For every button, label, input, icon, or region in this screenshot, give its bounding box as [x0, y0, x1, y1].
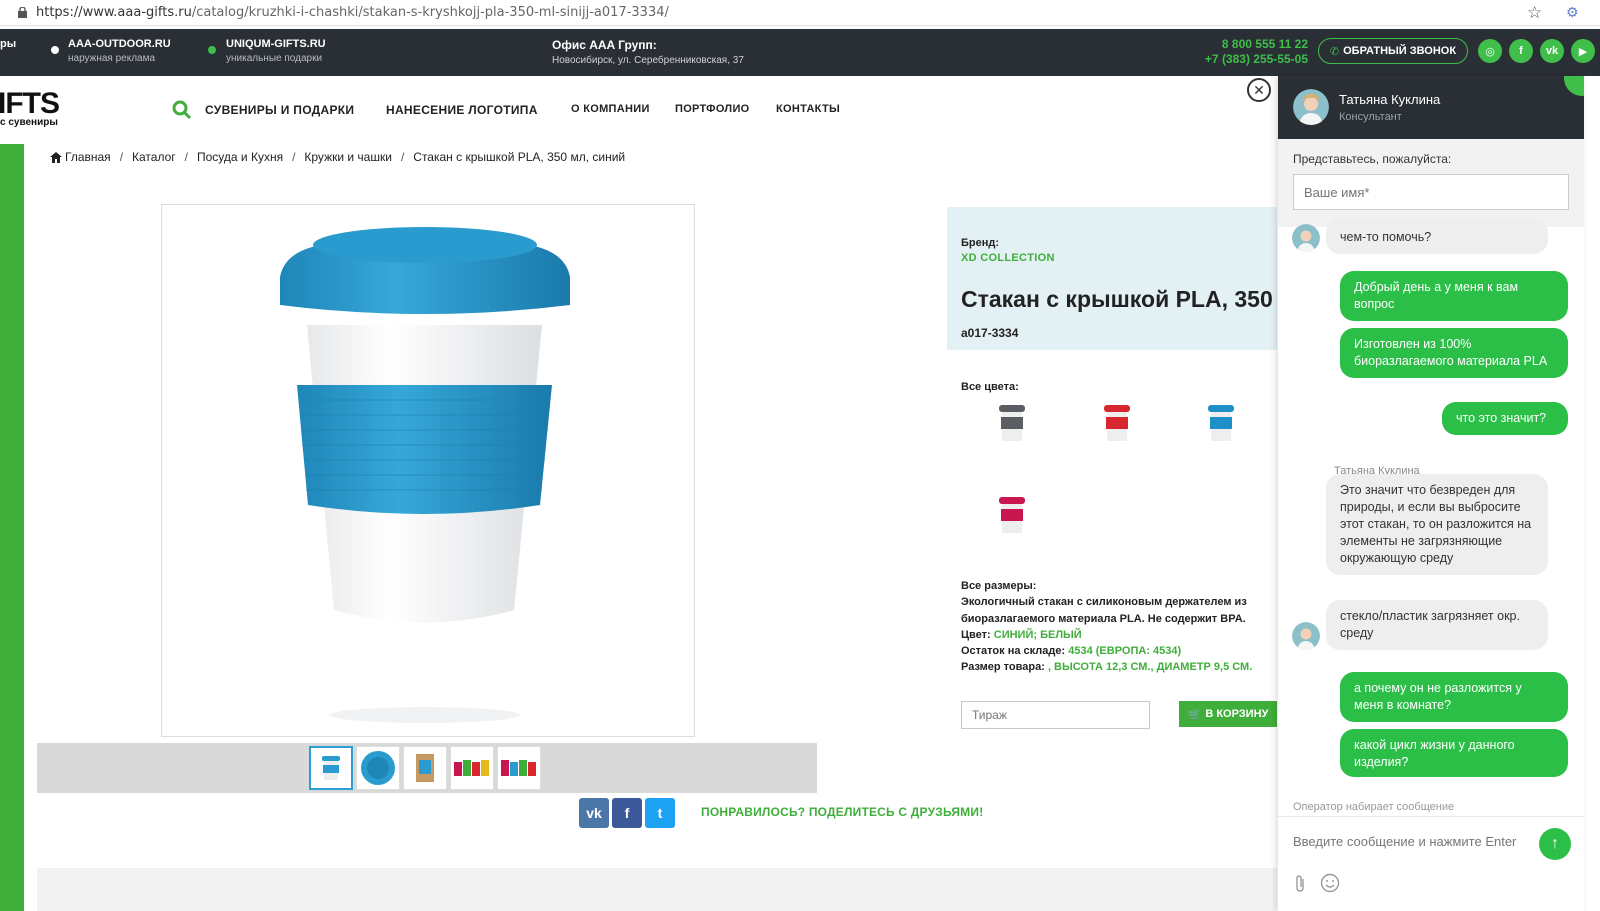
browser-address-bar[interactable]: https://www.aaa-gifts.ru/catalog/kruzhki… [0, 0, 1600, 26]
breadcrumb-catalog[interactable]: Каталог [132, 150, 176, 164]
top-info-bar: ры AAA-OUTDOOR.RU наружная реклама UNIQU… [0, 29, 1600, 76]
color-label: Цвет: [961, 628, 991, 641]
typing-indicator: Оператор набирает сообщение [1293, 801, 1455, 813]
operator-avatar-small [1292, 224, 1320, 252]
chat-message-out: какой цикл жизни у данного изделия? [1340, 729, 1568, 777]
breadcrumb: Главная / Каталог / Посуда и Кухня / Кру… [50, 150, 625, 164]
chat-widget: Татьяна Куклина Консультант Представьтес… [1278, 76, 1584, 911]
cart-icon: 🛒 [1187, 708, 1202, 721]
color-swatch-blue[interactable] [1194, 397, 1248, 461]
share-facebook-icon[interactable]: f [612, 798, 642, 828]
left-accent-stripe [0, 144, 24, 911]
share-twitter-icon[interactable]: t [645, 798, 675, 828]
operator-avatar [1293, 89, 1329, 125]
breadcrumb-home[interactable]: Главная [50, 150, 111, 164]
breadcrumb-kitchenware[interactable]: Посуда и Кухня [197, 150, 283, 164]
chat-message-in: Это значит что безвреден для природы, и … [1326, 474, 1548, 575]
nav-portfolio[interactable]: ПОРТФОЛИО [675, 103, 750, 115]
brand-link[interactable]: XD COLLECTION [961, 252, 1055, 264]
site-link-uniqum[interactable]: UNIQUM-GIFTS.RU уникальные подарки [226, 38, 326, 64]
emoji-icon[interactable] [1320, 873, 1340, 893]
description-line-1: Экологичный стакан с силиконовым держате… [961, 596, 1247, 609]
nav-souvenirs[interactable]: СУВЕНИРЫ И ПОДАРКИ [205, 103, 354, 117]
phone-numbers[interactable]: 8 800 555 11 22 +7 (383) 255-55-05 [1180, 37, 1308, 67]
breadcrumb-separator: / [292, 150, 296, 164]
extension-icon[interactable]: ⚙ [1566, 4, 1579, 21]
address-url[interactable]: https://www.aaa-gifts.ru/catalog/kruzhki… [36, 5, 669, 20]
size-value: , ВЫСОТА 12,3 СМ., ДИАМЕТР 9,5 СМ. [1047, 661, 1253, 674]
color-swatch-pink[interactable] [985, 489, 1039, 553]
office-info: Офис AAA Групп: Новосибирск, ул. Серебре… [552, 38, 744, 66]
bottom-section [37, 868, 1277, 911]
stock-label: Остаток на складе: [961, 645, 1066, 658]
product-title: Стакан с крышкой PLA, 350 мл, синий [961, 286, 1277, 312]
share-vk-icon[interactable]: vk [579, 798, 609, 828]
operator-role: Консультант [1339, 111, 1402, 123]
logo-tagline: с сувениры [0, 117, 58, 128]
brand-label: Бренд: [961, 237, 1000, 249]
chat-message-in: стекло/пластик загрязняет окр. среду [1326, 600, 1548, 650]
online-indicator [1564, 76, 1584, 96]
chat-header: Татьяна Куклина Консультант [1278, 76, 1584, 139]
uniqum-dot-icon [208, 46, 216, 54]
facebook-icon[interactable]: f [1509, 39, 1533, 63]
site-link-fragment[interactable]: ры [0, 38, 16, 50]
color-swatch-gray[interactable] [985, 397, 1039, 461]
send-button[interactable]: ↑ [1539, 828, 1571, 860]
chat-close-icon[interactable]: ✕ [1247, 78, 1271, 102]
outdoor-dot-icon [51, 46, 59, 54]
thumbnail-3[interactable] [403, 746, 447, 790]
stock-value: 4534 (ЕВРОПА: 4534) [1068, 645, 1182, 658]
nav-logo-printing[interactable]: НАНЕСЕНИЕ ЛОГОТИПА [386, 103, 538, 117]
thumbnail-5[interactable] [497, 746, 541, 790]
product-photo[interactable] [161, 204, 695, 737]
color-value: СИНИЙ; БЕЛЫЙ [993, 628, 1082, 641]
intro-form: Представьтесь, пожалуйста: [1278, 139, 1584, 227]
phone-icon: ✆ [1329, 45, 1340, 58]
share-prompt: ПОНРАВИЛОСЬ? ПОДЕЛИТЕСЬ С ДРУЗЬЯМИ! [701, 805, 984, 819]
bookmark-star-icon[interactable]: ☆ [1527, 3, 1542, 23]
breadcrumb-current: Стакан с крышкой PLA, 350 мл, синий [413, 150, 626, 164]
lock-icon [18, 7, 27, 18]
chat-message-out: Изготовлен из 100% биоразлагаемого матер… [1340, 328, 1568, 378]
thumbnail-4[interactable] [450, 746, 494, 790]
sizes-label: Все размеры: [961, 580, 1037, 592]
product-specs: Все размеры: Экологичный стакан с силико… [961, 578, 1277, 676]
operator-name: Татьяна Куклина [1339, 92, 1441, 107]
chat-message-in: чем-то помочь? [1326, 219, 1548, 254]
callback-button[interactable]: ✆ ОБРАТНЫЙ ЗВОНОК [1318, 38, 1468, 64]
instagram-icon[interactable]: ◎ [1478, 39, 1502, 63]
chat-message-out: Добрый день а у меня к вам вопрос [1340, 271, 1568, 321]
product-sku: a017-3334 [961, 326, 1019, 340]
vk-icon[interactable]: vk [1540, 39, 1564, 63]
chat-input-area: Введите сообщение и нажмите Enter ↑ [1278, 816, 1584, 911]
home-icon [50, 151, 62, 163]
cup-image [280, 227, 570, 723]
intro-label: Представьтесь, пожалуйста: [1293, 152, 1452, 166]
color-swatch-red[interactable] [1090, 397, 1144, 461]
description-line-2: биоразлагаемого материала PLA. Не содерж… [961, 612, 1246, 625]
chat-message-out: что это значит? [1442, 402, 1568, 435]
nav-contacts[interactable]: КОНТАКТЫ [776, 103, 840, 115]
colors-label: Все цвета: [961, 381, 1019, 393]
thumbnail-1[interactable] [309, 746, 353, 790]
quantity-input[interactable] [961, 701, 1150, 729]
youtube-icon[interactable]: ▶ [1571, 39, 1595, 63]
operator-avatar-small [1292, 622, 1320, 650]
breadcrumb-separator: / [119, 150, 124, 164]
breadcrumb-separator: / [184, 150, 188, 164]
site-logo[interactable]: IFTS [0, 87, 60, 121]
thumbnail-2[interactable] [356, 746, 400, 790]
attach-icon[interactable] [1292, 874, 1308, 894]
nav-about[interactable]: О КОМПАНИИ [571, 103, 650, 115]
message-input[interactable]: Введите сообщение и нажмите Enter [1293, 834, 1516, 849]
size-label: Размер товара: [961, 661, 1045, 674]
site-link-outdoor[interactable]: AAA-OUTDOOR.RU наружная реклама [68, 38, 171, 64]
add-to-cart-button[interactable]: 🛒 В КОРЗИНУ [1179, 701, 1277, 727]
search-icon[interactable] [172, 100, 192, 120]
name-input[interactable] [1293, 174, 1569, 210]
breadcrumb-separator: / [400, 150, 405, 164]
chat-message-out: а почему он не разложится у меня в комна… [1340, 672, 1568, 722]
breadcrumb-mugs[interactable]: Кружки и чашки [304, 150, 392, 164]
